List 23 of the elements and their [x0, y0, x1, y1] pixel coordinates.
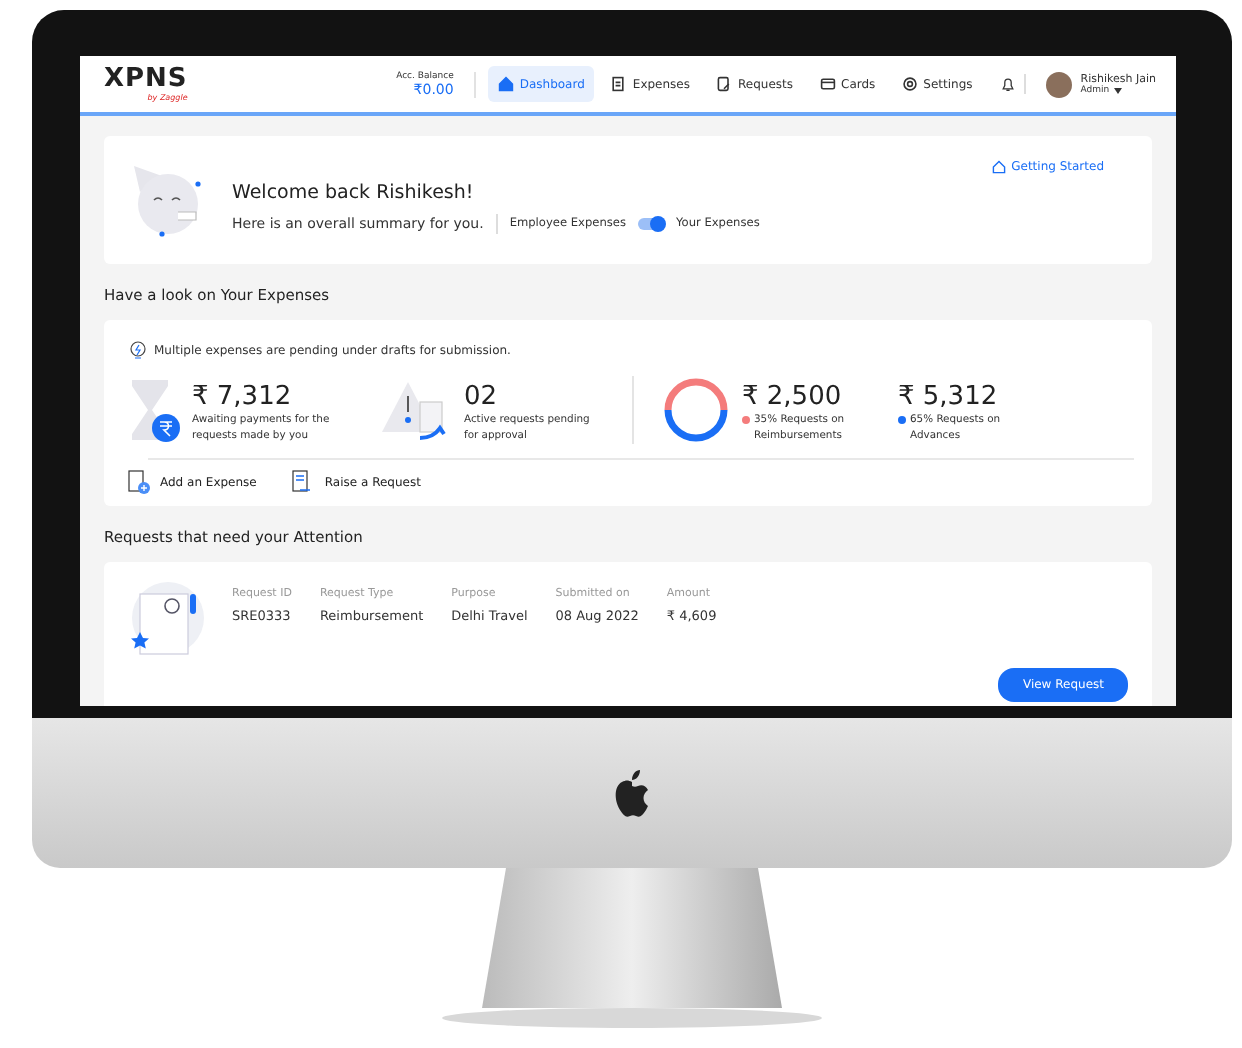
avatar-placeholder[interactable]	[1046, 71, 1073, 97]
document-pen-icon	[716, 76, 732, 92]
apple-logo-icon	[610, 767, 654, 819]
donut-chart-icon	[662, 375, 730, 443]
bell-icon[interactable]	[1000, 76, 1017, 92]
document-add-icon	[128, 470, 150, 494]
expense-toggle[interactable]	[638, 217, 664, 229]
stat-value: ₹ 7,312	[192, 382, 292, 412]
split-value: ₹ 2,500	[742, 382, 842, 412]
split-value: ₹ 5,312	[898, 382, 998, 412]
caret-icon	[1113, 87, 1122, 93]
hourglass-icon	[128, 377, 180, 441]
settings-icon	[901, 76, 918, 92]
logo: XPNS	[104, 66, 188, 92]
welcome-title: Welcome back Rishikesh!	[232, 181, 474, 203]
lightbulb-icon	[128, 340, 148, 362]
stat-value: 02	[464, 382, 498, 412]
document-search-drawing	[128, 578, 208, 658]
home-icon	[497, 76, 514, 92]
card-icon	[819, 76, 835, 92]
document-icon	[610, 76, 627, 92]
home-icon	[991, 160, 1006, 174]
document-arrow-icon	[292, 470, 315, 494]
